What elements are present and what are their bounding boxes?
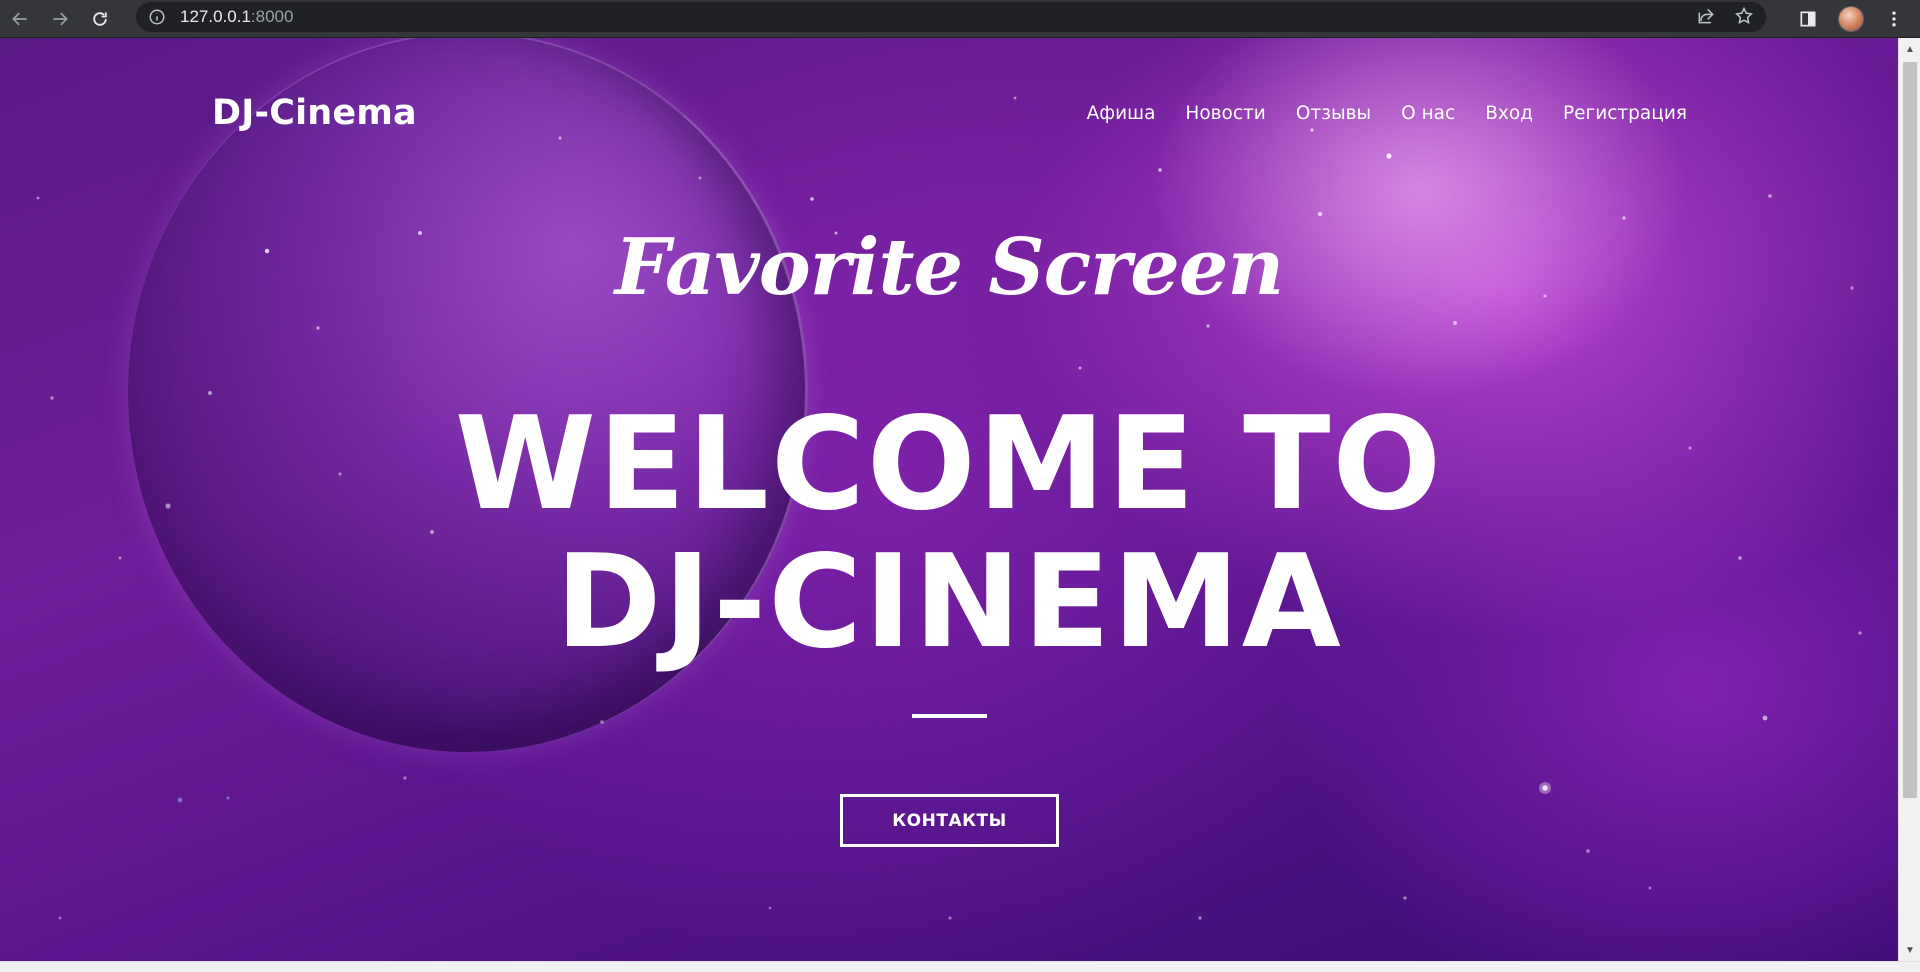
main-nav: Афиша Новости Отзывы О нас Вход Регистра… xyxy=(1087,103,1687,124)
site-header: DJ-Cinema Афиша Новости Отзывы О нас Вхо… xyxy=(212,88,1687,138)
nav-login[interactable]: Вход xyxy=(1485,103,1533,124)
scroll-down-arrow-icon[interactable]: ▼ xyxy=(1899,941,1920,959)
hero-title-line-2: DJ-CINEMA xyxy=(555,528,1343,677)
scroll-up-arrow-icon[interactable]: ▲ xyxy=(1899,40,1920,58)
reload-button[interactable] xyxy=(80,0,120,38)
address-bar[interactable]: 127.0.0.1:8000 xyxy=(136,2,1766,32)
share-icon[interactable] xyxy=(1696,6,1716,26)
scrollbar-thumb[interactable] xyxy=(1903,62,1917,798)
side-panel-icon[interactable] xyxy=(1798,9,1818,29)
nav-reviews[interactable]: Отзывы xyxy=(1296,103,1371,124)
avatar[interactable] xyxy=(1838,6,1864,32)
hero-subtitle: Favorite Screen xyxy=(614,222,1284,313)
hero-title: WELCOME TO DJ-CINEMA xyxy=(0,396,1898,672)
back-button[interactable] xyxy=(0,0,40,38)
forward-button[interactable] xyxy=(40,0,80,38)
nav-afisha[interactable]: Афиша xyxy=(1087,103,1156,124)
nav-register[interactable]: Регистрация xyxy=(1563,103,1687,124)
hero-title-line-1: WELCOME TO xyxy=(454,390,1444,539)
reload-icon xyxy=(93,11,107,26)
info-icon[interactable] xyxy=(148,8,166,26)
hero-divider xyxy=(912,714,987,718)
star-icon[interactable] xyxy=(1734,6,1754,26)
arrow-left-icon xyxy=(12,12,27,25)
horizontal-scrollbar[interactable] xyxy=(0,961,1920,972)
url-port: :8000 xyxy=(250,7,294,26)
contacts-button[interactable]: КОНТАКТЫ xyxy=(840,794,1059,847)
browser-toolbar: 127.0.0.1:8000 xyxy=(0,0,1920,38)
arrow-right-icon xyxy=(53,12,68,25)
nav-news[interactable]: Новости xyxy=(1185,103,1265,124)
vertical-scrollbar[interactable]: ▲ ▼ xyxy=(1898,38,1920,961)
url-host: 127.0.0.1 xyxy=(180,7,251,26)
site-logo[interactable]: DJ-Cinema xyxy=(212,93,417,133)
hero-section: DJ-Cinema Афиша Новости Отзывы О нас Вхо… xyxy=(0,38,1898,961)
kebab-menu-icon[interactable] xyxy=(1884,9,1904,29)
nav-about[interactable]: О нас xyxy=(1401,103,1455,124)
